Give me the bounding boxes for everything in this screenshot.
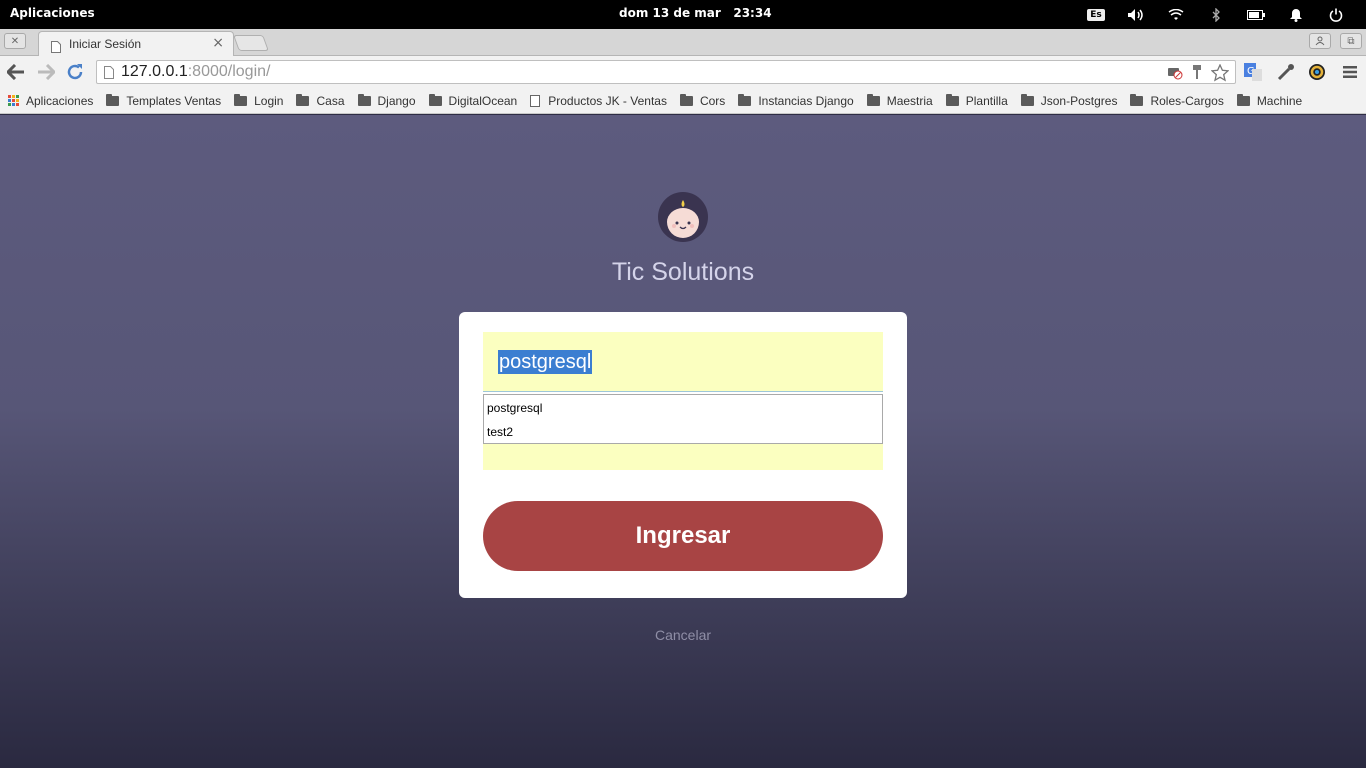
- battery-icon[interactable]: [1236, 5, 1276, 25]
- bookmark-label: Productos JK - Ventas: [548, 93, 667, 108]
- bookmark-label: Templates Ventas: [126, 93, 222, 108]
- camera-blocked-icon[interactable]: [1167, 64, 1183, 87]
- menu-icon[interactable]: [1340, 62, 1360, 82]
- tab-close-icon[interactable]: ×: [212, 35, 224, 51]
- bookmark-item[interactable]: Templates Ventas: [106, 93, 222, 108]
- bookmark-item[interactable]: Roles-Cargos: [1130, 93, 1224, 108]
- login-card: postgresql postgresql test2 Ingresar: [459, 312, 907, 598]
- folder-icon: [1020, 93, 1034, 106]
- bookmark-star-icon[interactable]: [1210, 63, 1230, 87]
- page-info-icon[interactable]: [104, 66, 114, 84]
- login-button[interactable]: Ingresar: [483, 501, 883, 571]
- page-icon: [51, 38, 61, 57]
- autocomplete-option[interactable]: test2: [487, 425, 513, 439]
- translate-extension-icon[interactable]: G: [1243, 62, 1263, 82]
- bookmark-label: Aplicaciones: [26, 93, 94, 108]
- tab-active[interactable]: Iniciar Sesión ×: [38, 31, 234, 56]
- logo: [658, 192, 708, 242]
- folder-icon: [296, 93, 310, 106]
- apps-grid-icon: [8, 95, 19, 106]
- bookmark-item[interactable]: Cors: [679, 93, 726, 108]
- tab-title: Iniciar Sesión: [69, 37, 142, 51]
- bookmark-label: Cors: [699, 93, 726, 108]
- notifications-icon[interactable]: [1276, 5, 1316, 25]
- bookmark-item[interactable]: Machine: [1236, 93, 1303, 108]
- window-restore-button[interactable]: ⧉: [1340, 33, 1362, 49]
- profile-icon[interactable]: [1309, 33, 1331, 49]
- bookmark-label: DigitalOcean: [448, 93, 518, 108]
- folder-icon: [106, 93, 120, 106]
- wifi-icon[interactable]: [1156, 5, 1196, 25]
- keyboard-layout-indicator[interactable]: Es: [1076, 5, 1116, 25]
- bookmark-item[interactable]: Instancias Django: [738, 93, 854, 108]
- power-icon[interactable]: [1316, 5, 1356, 25]
- volume-icon[interactable]: [1116, 5, 1156, 25]
- bookmark-item[interactable]: Casa: [296, 93, 345, 108]
- username-field[interactable]: postgresql: [483, 332, 883, 392]
- folder-icon: [738, 93, 752, 106]
- bookmark-label: Machine: [1256, 93, 1303, 108]
- bookmark-label: Plantilla: [965, 93, 1008, 108]
- bookmark-item[interactable]: DigitalOcean: [428, 93, 518, 108]
- color-picker-extension-icon[interactable]: [1276, 62, 1296, 82]
- url-host: 127.0.0.1: [121, 63, 188, 80]
- folder-icon: [945, 93, 959, 106]
- bookmark-item[interactable]: Json-Postgres: [1020, 93, 1118, 108]
- address-bar[interactable]: 127.0.0.1:8000/login/: [96, 60, 1236, 84]
- login-page: Tic Solutions postgresql postgresql test…: [0, 115, 1366, 768]
- bookmark-label: Login: [254, 93, 284, 108]
- activities-menu[interactable]: Aplicaciones: [10, 6, 95, 20]
- page-icon: [530, 94, 541, 107]
- browser-toolbar: 127.0.0.1:8000/login/ G: [0, 56, 1366, 88]
- folder-icon: [866, 93, 880, 106]
- bookmark-label: Json-Postgres: [1040, 93, 1118, 108]
- bookmark-label: Django: [377, 93, 416, 108]
- bookmark-item[interactable]: Plantilla: [945, 93, 1008, 108]
- key-icon[interactable]: [1191, 64, 1203, 87]
- forward-icon[interactable]: [35, 61, 57, 83]
- bookmark-item[interactable]: Login: [234, 93, 284, 108]
- bookmark-item[interactable]: Maestria: [866, 93, 933, 108]
- folder-icon: [357, 93, 371, 106]
- bookmark-item[interactable]: Aplicaciones: [8, 94, 93, 108]
- system-top-bar: Aplicaciones dom 13 de mar 23:34 Es: [0, 0, 1366, 29]
- bookmark-item[interactable]: Productos JK - Ventas: [530, 94, 667, 108]
- url-text: 127.0.0.1:8000/login/: [121, 63, 270, 81]
- url-path: :8000/login/: [187, 63, 271, 80]
- bookmark-label: Roles-Cargos: [1150, 93, 1224, 108]
- reload-icon[interactable]: [64, 61, 86, 83]
- bookmark-item[interactable]: Django: [357, 93, 416, 108]
- tab-strip: ✕ Iniciar Sesión × ⧉: [0, 29, 1366, 56]
- autocomplete-dropdown: postgresql test2: [483, 394, 883, 444]
- bookmark-label: Maestria: [886, 93, 933, 108]
- back-icon[interactable]: [5, 61, 27, 83]
- autocomplete-option[interactable]: postgresql: [487, 401, 542, 415]
- bookmark-label: Casa: [316, 93, 345, 108]
- color-wheel-extension-icon[interactable]: [1307, 62, 1327, 82]
- brand-title: Tic Solutions: [611, 258, 755, 286]
- system-tray: Es: [1076, 5, 1356, 25]
- folder-icon: [1130, 93, 1144, 106]
- bluetooth-icon[interactable]: [1196, 5, 1236, 25]
- folder-icon: [234, 93, 248, 106]
- folder-icon: [428, 93, 442, 106]
- folder-icon: [1236, 93, 1250, 106]
- clock[interactable]: dom 13 de mar 23:34: [619, 6, 772, 20]
- window-close-button[interactable]: ✕: [4, 33, 26, 49]
- bookmarks-bar: Aplicaciones Templates Ventas Login Casa…: [0, 88, 1366, 114]
- bookmark-label: Instancias Django: [758, 93, 854, 108]
- cancel-link[interactable]: Cancelar: [0, 627, 1366, 643]
- new-tab-button[interactable]: [233, 35, 269, 51]
- folder-icon: [679, 93, 693, 106]
- username-value: postgresql: [498, 350, 593, 374]
